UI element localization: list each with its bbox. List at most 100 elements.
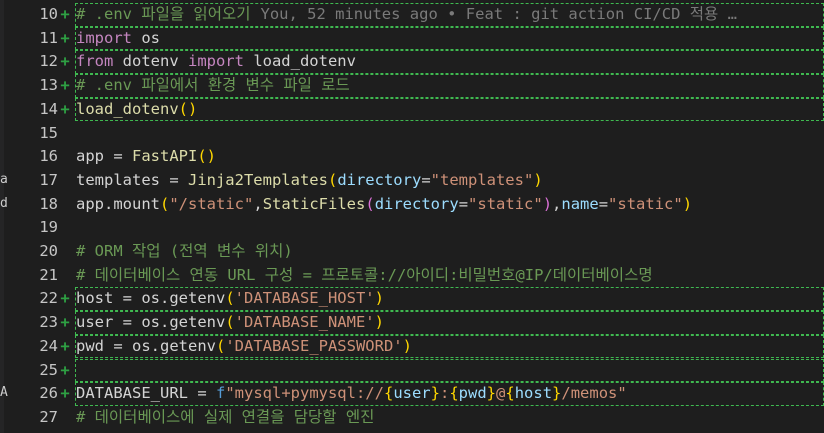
code-line[interactable]: 23 + user = os.getenv('DATABASE_NAME') [0,311,824,335]
code-text[interactable]: user = os.getenv('DATABASE_NAME') [75,311,824,335]
code-token: Jinja2Templates [187,170,328,189]
git-added-marker: + [60,5,70,23]
code-text[interactable]: app.mount("/static",StaticFiles(director… [76,193,824,217]
line-number: 23 [39,313,58,332]
code-text[interactable]: load_dotenv() [75,97,824,122]
git-blame-annotation[interactable]: You, 52 minutes ago • Feat : git action … [260,5,736,23]
code-line[interactable]: 20 # ORM 작업 (전역 변수 위치) [0,240,824,264]
code-token: , [253,194,263,213]
code-token: 'DATABASE_PASSWORD' [225,336,403,355]
code-line[interactable]: 24 + pwd = os.getenv('DATABASE_PASSWORD') [0,334,824,359]
code-text[interactable]: pwd = os.getenv('DATABASE_PASSWORD') [75,334,824,359]
code-text[interactable]: # .env 파일에서 환경 변수 파일 로드 [75,74,824,98]
git-added-marker: + [60,289,70,308]
line-number: 16 [39,147,58,166]
code-text[interactable]: # ORM 작업 (전역 변수 위치) [76,240,824,264]
code-token: os [132,28,160,47]
code-token: user = os.getenv [76,313,226,332]
git-added-marker: + [60,313,70,332]
code-token: directory [374,194,459,213]
line-number: 15 [39,123,58,142]
code-token: # 데이터베이스 연동 URL 구성 = 프로토콜://아이디:비밀번호@IP/… [76,265,653,284]
code-token: # ORM 작업 (전역 변수 위치) [76,242,293,260]
code-token: "mysql+pymysql:// [225,384,384,403]
code-line[interactable]: 19 [0,216,824,240]
code-token: () [178,99,198,118]
code-token: { [449,384,459,403]
code-text[interactable] [76,216,824,240]
code-token: "static" [608,194,683,213]
line-number: 21 [39,265,58,284]
code-line[interactable]: 11 + import os [0,26,824,51]
code-token: { [505,384,515,403]
code-token: : [439,384,450,403]
code-token: ( [365,194,375,213]
code-text[interactable] [75,358,824,383]
line-number: 27 [39,407,58,426]
code-token: import [76,28,132,47]
code-token: @ [496,384,506,403]
code-token: { [383,384,394,403]
line-number: 25 [39,360,58,379]
code-token: load_dotenv [243,52,356,71]
line-number: 24 [39,336,58,355]
code-token: # 데이터베이스에 실제 연결을 담당할 엔진 [76,407,375,426]
line-number: 14 [39,99,58,118]
code-token: from [76,52,114,71]
git-added-marker: + [60,99,70,118]
code-text[interactable]: # 데이터베이스 연동 URL 구성 = 프로토콜://아이디:비밀번호@IP/… [76,264,824,288]
git-added-marker: + [60,52,70,71]
code-token: name [561,194,599,213]
code-token: ) [374,313,384,332]
code-text[interactable]: host = os.getenv('DATABASE_HOST') [75,287,824,312]
code-text[interactable]: DATABASE_URL = f"mysql+pymysql://{user}:… [75,382,824,406]
code-token: = [598,194,609,213]
code-text[interactable]: # .env 파일을 읽어오기 You, 52 minutes ago • Fea… [75,3,824,27]
code-text[interactable]: app = FastAPI() [76,145,824,169]
code-text[interactable]: import os [75,26,824,51]
code-token: 'DATABASE_NAME' [234,313,375,332]
code-text[interactable]: templates = Jinja2Templates(directory="t… [76,169,824,193]
code-text[interactable]: # 데이터베이스에 실제 연결을 담당할 엔진 [76,406,824,430]
code-token: "templates" [430,170,534,189]
code-token: dotenv [113,52,188,71]
code-token: ( [225,289,235,308]
code-line[interactable]: 25 + [0,358,824,383]
code-line[interactable]: 27 # 데이터베이스에 실제 연결을 담당할 엔진 [0,406,824,430]
line-number: 10 [39,5,58,23]
code-line[interactable]: 16 app = FastAPI() [0,145,824,169]
code-line[interactable]: 12 + from dotenv import load_dotenv [0,50,824,75]
code-line[interactable]: 21 # 데이터베이스 연동 URL 구성 = 프로토콜://아이디:비밀번호@I… [0,264,824,288]
code-line[interactable]: 22 + host = os.getenv('DATABASE_HOST') [0,287,824,312]
git-added-marker: + [60,76,70,95]
code-token: ( [225,313,235,332]
code-token: host [514,384,553,403]
code-token: f [215,384,226,403]
code-token: ( [327,170,338,189]
code-text[interactable] [76,122,824,146]
git-added-marker: + [60,360,70,379]
code-token: # .env 파일에서 환경 변수 파일 로드 [76,76,350,95]
code-token: # .env 파일을 읽어오기 [76,5,251,23]
code-token: = [421,170,431,189]
code-token: } [552,384,562,403]
code-line[interactable]: 10 + # .env 파일을 읽어오기 You, 52 minutes ago • … [0,3,824,27]
code-line[interactable]: 14 + load_dotenv() [0,97,824,122]
line-number: 26 [39,384,58,403]
code-editor[interactable]: a d A 10 + # .env 파일을 읽어오기 You, 52 minutes … [0,0,824,433]
code-token: "/static" [169,194,254,213]
code-line[interactable]: 13 + # .env 파일에서 환경 변수 파일 로드 [0,74,824,98]
code-line[interactable]: 17 templates = Jinja2Templates(directory=… [0,169,824,193]
code-token: ) [682,194,693,213]
code-token: ( [215,336,226,355]
code-token: ) [402,336,412,355]
code-token: app.mount [76,194,160,213]
code-token: ) [374,289,384,308]
code-token: DATABASE_URL = [76,384,216,403]
code-line[interactable]: 15 [0,122,824,146]
code-text[interactable]: from dotenv import load_dotenv [75,50,824,75]
code-line[interactable]: 18 app.mount("/static",StaticFiles(direct… [0,193,824,217]
code-token: directory [337,170,422,189]
code-line[interactable]: 26 + DATABASE_URL = f"mysql+pymysql://{use… [0,382,824,406]
code-token: FastAPI [132,147,198,166]
